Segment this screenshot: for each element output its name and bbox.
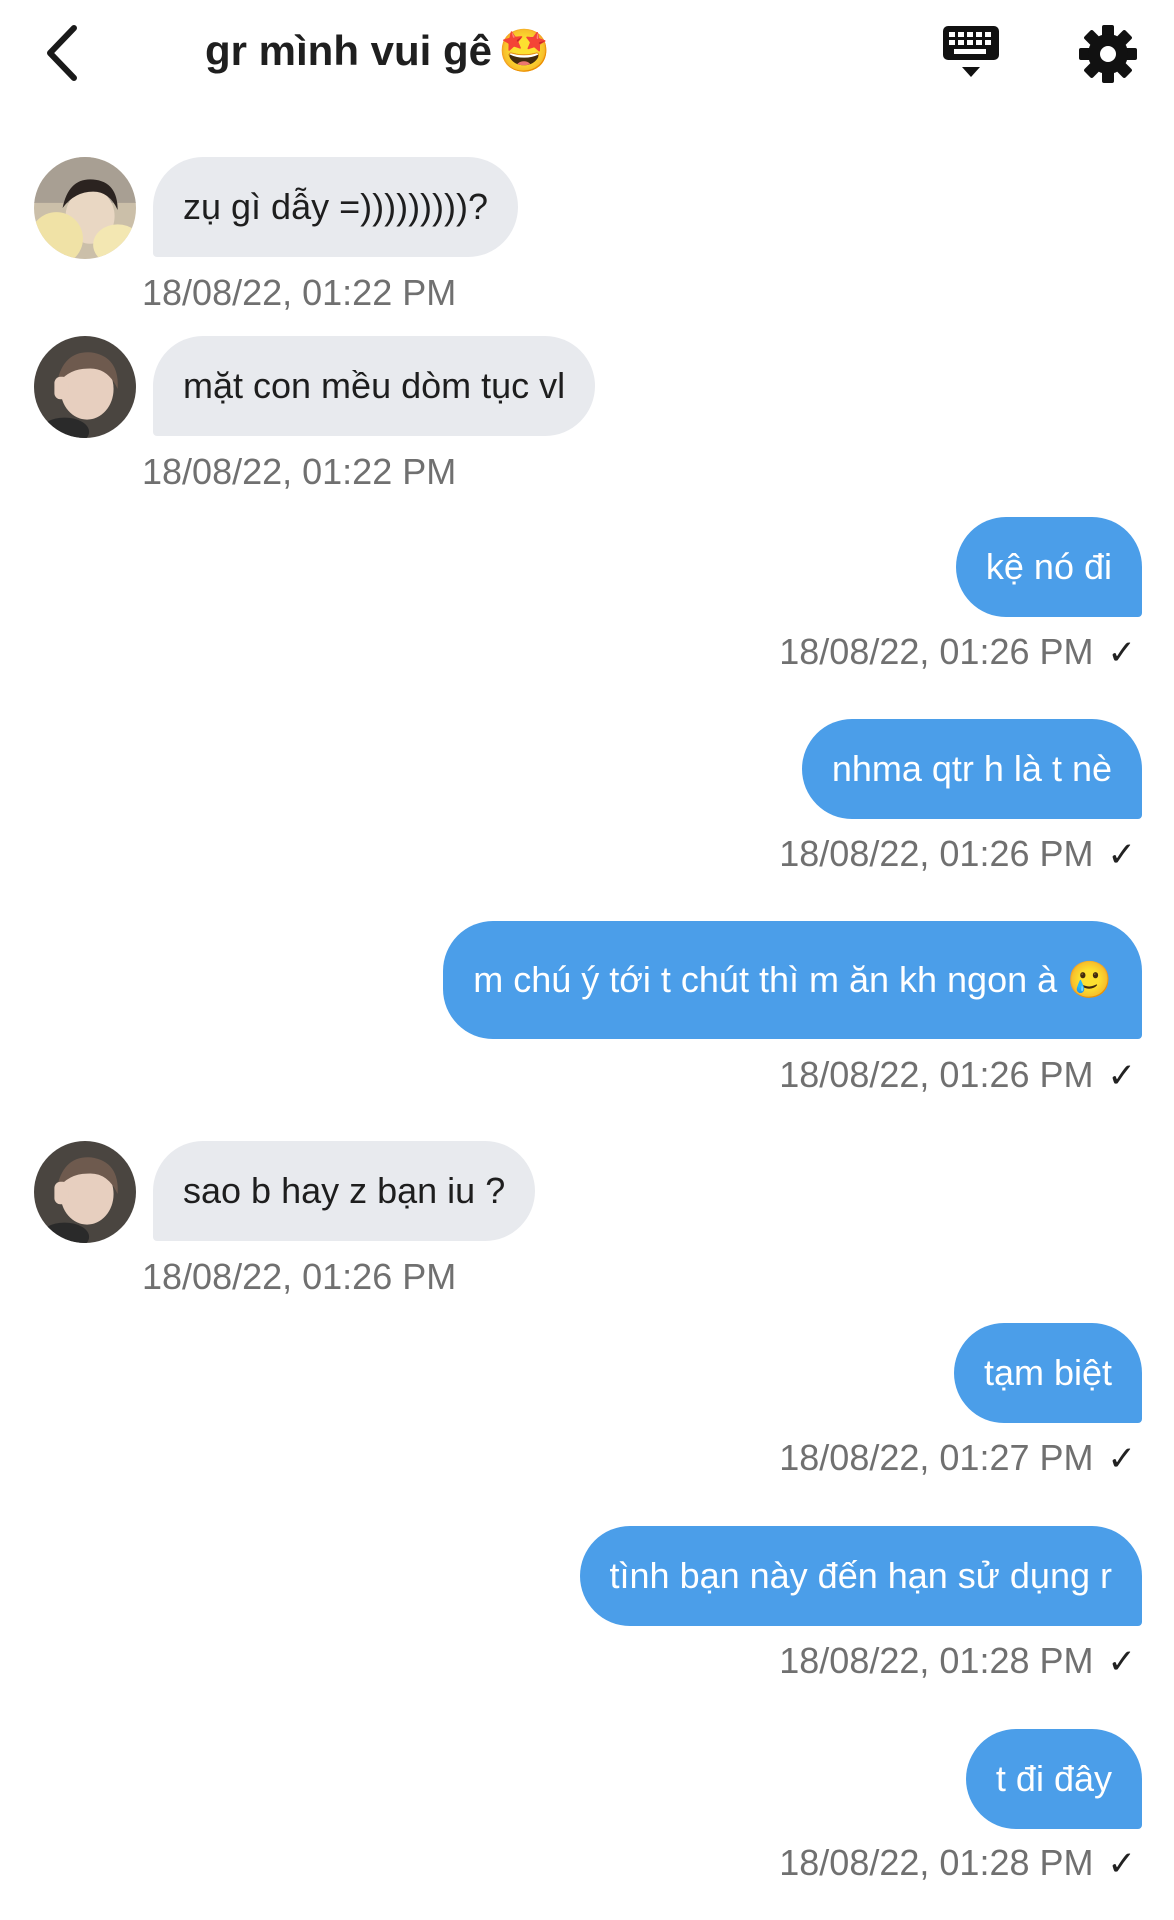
- message-timestamp-row: 18/08/22, 01:26 PM ✓: [779, 1054, 1136, 1096]
- message-timestamp-row: 18/08/22, 01:26 PM ✓: [779, 833, 1136, 875]
- sent-check-icon: ✓: [1107, 835, 1137, 875]
- message-timestamp: 18/08/22, 01:22 PM: [142, 272, 457, 313]
- message-timestamp-row: 18/08/22, 01:26 PM ✓: [779, 631, 1136, 673]
- message-timestamp: 18/08/22, 01:26 PM: [142, 1256, 457, 1297]
- message-bubble[interactable]: t đi đây: [965, 1729, 1142, 1829]
- message-bubble[interactable]: nhma qtr h là t nè: [801, 719, 1142, 819]
- message-bubble[interactable]: mặt con mều dòm tục vl: [153, 336, 596, 436]
- message-bubble[interactable]: tình bạn này đến hạn sử dụng r: [579, 1526, 1142, 1626]
- star-struck-emoji-icon: 🤩: [498, 26, 551, 75]
- sent-check-icon: ✓: [1107, 1844, 1137, 1884]
- message-bubble[interactable]: kệ nó đi: [955, 517, 1142, 617]
- message-timestamp: 18/08/22, 01:26 PM: [779, 833, 1094, 874]
- message-timestamp: 18/08/22, 01:26 PM: [779, 1054, 1094, 1095]
- sent-check-icon: ✓: [1107, 1642, 1137, 1682]
- message-timestamp-row: 18/08/22, 01:27 PM ✓: [779, 1437, 1136, 1479]
- back-chevron-icon[interactable]: [40, 24, 90, 82]
- chat-title-text: gr mình vui gê: [205, 27, 493, 74]
- message-timestamp: 18/08/22, 01:28 PM: [779, 1842, 1094, 1883]
- sent-check-icon: ✓: [1107, 1439, 1137, 1479]
- message-timestamp: 18/08/22, 01:27 PM: [779, 1437, 1094, 1478]
- message-bubble[interactable]: zụ gì dẫy =)))))))))?: [153, 157, 519, 257]
- message-timestamp-row: 18/08/22, 01:28 PM ✓: [779, 1640, 1136, 1682]
- message-timestamp: 18/08/22, 01:28 PM: [779, 1640, 1094, 1681]
- message-bubble[interactable]: m chú ý tới t chút thì m ăn kh ngon à 🥲: [443, 921, 1142, 1039]
- sent-check-icon: ✓: [1107, 633, 1137, 673]
- message-bubble[interactable]: sao b hay z bạn iu ?: [153, 1141, 536, 1241]
- message-text: m chú ý tới t chút thì m ăn kh ngon à: [473, 959, 1058, 1000]
- message-timestamp: 18/08/22, 01:26 PM: [779, 631, 1094, 672]
- message-bubble[interactable]: tạm biệt: [953, 1323, 1142, 1423]
- avatar[interactable]: [34, 336, 136, 438]
- message-timestamp: 18/08/22, 01:22 PM: [142, 451, 457, 492]
- chat-title: gr mình vui gê 🤩: [205, 26, 550, 76]
- holding-back-tears-emoji-icon: 🥲: [1067, 960, 1112, 1001]
- gear-icon[interactable]: [1078, 24, 1138, 84]
- avatar[interactable]: [34, 157, 136, 259]
- sent-check-icon: ✓: [1107, 1056, 1137, 1096]
- keyboard-icon[interactable]: [942, 24, 1000, 82]
- avatar[interactable]: [34, 1141, 136, 1243]
- message-timestamp-row: 18/08/22, 01:28 PM ✓: [779, 1842, 1136, 1884]
- chat-header: gr mình vui gê 🤩: [0, 0, 1174, 110]
